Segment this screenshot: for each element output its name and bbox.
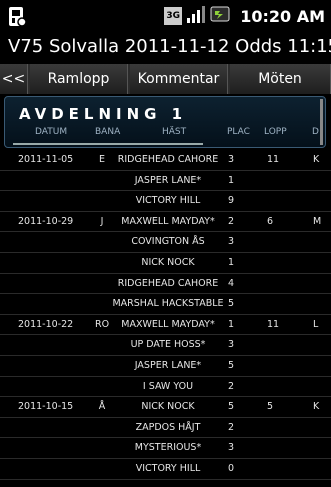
cell-hast: VICTORY HILL xyxy=(135,462,201,474)
cell-plac: 2 xyxy=(228,421,235,433)
cell-lopp: 11 xyxy=(267,154,280,165)
title-bar: V75 Solvalla 2011-11-12 Odds 11:15 xyxy=(0,32,331,64)
cell-plac: 5 xyxy=(228,359,235,371)
cell-plac: 1 xyxy=(228,318,235,330)
signal-icon xyxy=(186,4,206,28)
cell-plac: 3 xyxy=(228,154,235,165)
table-row[interactable]: 2011-10-22 RO MAXWELL MAYDAY* 1 11 L xyxy=(0,315,331,336)
cell-d: K xyxy=(313,154,320,165)
cell-hast: MARSHAL HACKSTABLE xyxy=(112,298,224,310)
cell-datum: 2011-10-29 xyxy=(18,215,74,227)
cell-plac: 2 xyxy=(228,215,235,227)
cell-d: L xyxy=(313,318,319,330)
col-d: D xyxy=(312,127,319,137)
cell-hast: RIDGEHEAD CAHORE xyxy=(117,154,219,165)
status-bar: 3G 10:20 AM xyxy=(0,0,331,32)
cell-plac: 5 xyxy=(228,298,235,310)
table-row[interactable]: VICTORY HILL 0 xyxy=(0,459,331,480)
cell-hast: NICK NOCK xyxy=(141,256,195,268)
cell-datum: 2011-10-15 xyxy=(18,401,74,413)
cell-hast: JASPER LANE* xyxy=(134,174,202,186)
table-row[interactable]: MARSHAL HACKSTABLE 5 xyxy=(0,294,331,315)
table-row[interactable]: 2011-11-05 E RIDGEHEAD CAHORE 3 11 K xyxy=(0,150,331,171)
cell-datum: 2011-10-22 xyxy=(18,318,74,330)
cell-plac: 3 xyxy=(228,339,235,351)
cell-bana: RO xyxy=(95,318,110,330)
cell-hast: I SAW YOU xyxy=(142,380,194,392)
notification-icon xyxy=(6,6,28,28)
table-row[interactable]: MYSTERIOUS* 3 xyxy=(0,438,331,459)
cell-hast: ZAPDOS HÅJT xyxy=(135,421,201,433)
scrollbar[interactable] xyxy=(320,99,323,145)
cell-plac: 1 xyxy=(228,256,235,268)
section-title: AVDELNING 1 xyxy=(19,105,188,123)
cell-bana: J xyxy=(100,215,104,227)
network-3g-icon: 3G xyxy=(164,7,183,25)
cell-hast: NICK NOCK xyxy=(141,401,195,413)
page-title: V75 Solvalla 2011-11-12 Odds 11:15 xyxy=(8,36,331,57)
cell-lopp: 11 xyxy=(267,318,280,330)
cell-lopp: 5 xyxy=(267,401,274,413)
cell-plac: 1 xyxy=(228,174,235,186)
cell-lopp: 6 xyxy=(267,215,274,227)
column-headers: DATUM BANA HÄST PLAC LOPP D xyxy=(5,127,327,141)
table-row[interactable]: NICK NOCK 1 xyxy=(0,253,331,274)
table-row[interactable]: 2011-10-15 Å NICK NOCK 5 5 K xyxy=(0,397,331,418)
cell-plac: 3 xyxy=(228,236,235,248)
col-lopp: LOPP xyxy=(264,127,287,137)
cell-hast: COVINGTON ÅS xyxy=(131,236,205,248)
cell-plac: 2 xyxy=(228,380,235,392)
cell-plac: 0 xyxy=(228,462,235,474)
cell-bana: E xyxy=(98,154,105,165)
cell-d: K xyxy=(313,401,320,413)
col-datum: DATUM xyxy=(35,127,68,137)
results-list: 2011-11-05 E RIDGEHEAD CAHORE 3 11 K JASPER LA… xyxy=(0,150,331,480)
col-hast: HÄST xyxy=(162,127,187,137)
cell-hast: MAXWELL MAYDAY* xyxy=(121,215,215,227)
cell-hast: VICTORY HILL xyxy=(135,195,201,207)
table-row[interactable]: UP DATE HOSS* 3 xyxy=(0,335,331,356)
section-header: AVDELNING 1 DATUM BANA HÄST PLAC LOPP D xyxy=(4,96,326,148)
col-plac: PLAC xyxy=(227,127,250,137)
cell-datum: 2011-11-05 xyxy=(18,154,74,165)
tab-kommentar[interactable]: Kommentar xyxy=(130,64,228,94)
cell-hast: MAXWELL MAYDAY* xyxy=(121,318,215,330)
back-button[interactable]: << xyxy=(0,64,28,94)
cell-hast: JASPER LANE* xyxy=(134,359,202,371)
clock: 10:20 AM xyxy=(240,6,325,26)
col-bana: BANA xyxy=(95,127,121,137)
cell-hast: UP DATE HOSS* xyxy=(130,339,206,351)
cell-hast: MYSTERIOUS* xyxy=(134,442,202,454)
cell-plac: 4 xyxy=(228,277,235,289)
tab-bar: << Ramlopp Kommentar Möten xyxy=(0,64,331,94)
battery-icon xyxy=(210,5,232,27)
cell-bana: Å xyxy=(98,401,106,413)
tab-moten[interactable]: Möten xyxy=(230,64,331,94)
table-row[interactable]: JASPER LANE* 5 xyxy=(0,356,331,377)
tab-ramlopp[interactable]: Ramlopp xyxy=(30,64,128,94)
cell-plac: 3 xyxy=(228,442,235,454)
table-row[interactable]: RIDGEHEAD CAHORE 4 xyxy=(0,274,331,295)
table-row[interactable]: JASPER LANE* 1 xyxy=(0,171,331,192)
cell-plac: 5 xyxy=(228,401,235,413)
table-row[interactable]: 2011-10-29 J MAXWELL MAYDAY* 2 6 M xyxy=(0,212,331,233)
cell-plac: 9 xyxy=(228,195,235,207)
header-divider xyxy=(13,143,203,145)
cell-d: M xyxy=(313,215,322,227)
table-row[interactable]: COVINGTON ÅS 3 xyxy=(0,232,331,253)
table-row[interactable]: I SAW YOU 2 xyxy=(0,377,331,398)
table-row[interactable]: ZAPDOS HÅJT 2 xyxy=(0,418,331,439)
table-row[interactable]: VICTORY HILL 9 xyxy=(0,191,331,212)
cell-hast: RIDGEHEAD CAHORE xyxy=(117,277,219,289)
